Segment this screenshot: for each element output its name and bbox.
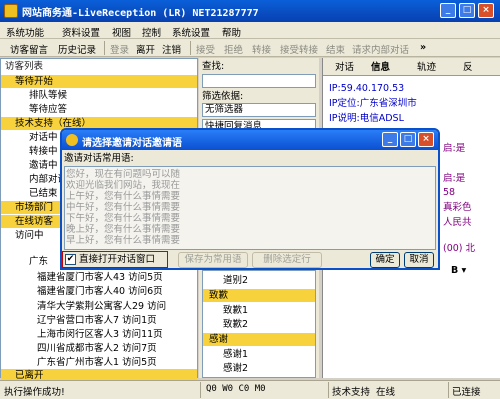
search-label: 查找: — [202, 61, 225, 72]
menu-control[interactable]: 控制 — [142, 25, 161, 39]
window-title: 网站商务通-LiveReception (LR) NET21287777 — [22, 8, 259, 19]
invite-dialog: 请选择邀请对话邀请语 _ □ × 邀请对话常用语: 您好，现在有问题吗可以随 欢… — [60, 128, 440, 270]
dialog-minimize-button[interactable]: _ — [382, 132, 398, 147]
accept-transfer-button[interactable]: 接受转接 — [280, 42, 318, 56]
list-item[interactable]: 道别2 — [223, 274, 248, 287]
table-row[interactable]: 福建省厦门市客人40 访问6页 — [37, 285, 163, 298]
dialog-title-bar: 请选择邀请对话邀请语 _ □ × — [62, 130, 438, 150]
format-bold-button[interactable]: B ▾ — [451, 264, 466, 277]
table-row[interactable]: 四川省成都市客人2 访问7页 — [37, 342, 157, 355]
app-icon — [4, 4, 18, 18]
info-line: 真彩色 — [443, 202, 472, 213]
list-item[interactable]: 排队等候 — [29, 89, 67, 102]
visitor-messages-button[interactable]: 访客留言 — [10, 42, 48, 56]
status-message: 执行操作成功! — [4, 387, 65, 398]
end-button[interactable]: 结束 — [326, 42, 345, 56]
maximize-button[interactable]: □ — [459, 3, 475, 18]
ip-address: IP:59.40.170.53 — [329, 83, 405, 94]
menu-help[interactable]: 帮助 — [222, 25, 241, 39]
phrase-list[interactable]: 您好，现在有问题吗可以随 欢迎光临我们网站，我现在 上午好，您有什么事情需要 中… — [64, 166, 436, 250]
ip-location: IP定位:广东省深圳市 — [329, 98, 417, 109]
section-waiting[interactable]: 等待开始 — [1, 75, 197, 88]
menu-view[interactable]: 视图 — [112, 25, 131, 39]
section-apology[interactable]: 致歉 — [203, 289, 315, 302]
list-item[interactable]: 访问中 — [15, 229, 44, 242]
menu-system[interactable]: 系统功能 — [6, 25, 44, 39]
away-button[interactable]: 离开 — [136, 42, 155, 56]
login-button[interactable]: 登录 — [110, 42, 129, 56]
list-item[interactable]: 转接中 — [29, 145, 58, 158]
toolbar-more-button[interactable]: » — [420, 42, 426, 53]
connection-status: 已连接 — [452, 387, 481, 398]
menu-settings[interactable]: 系统设置 — [172, 25, 210, 39]
status-counters: Q0 W0 C0 M0 — [206, 384, 266, 394]
list-item[interactable]: 等待应答 — [29, 103, 67, 116]
dialog-close-button[interactable]: × — [418, 132, 434, 147]
list-item[interactable]: 致歉2 — [223, 318, 248, 331]
filter-select[interactable]: 无筛选器 — [202, 103, 316, 117]
tab-other[interactable]: 反 — [463, 61, 473, 74]
list-item[interactable]: 已结束 — [29, 187, 58, 200]
title-bar: 网站商务通-LiveReception (LR) NET21287777 _ □… — [0, 0, 500, 22]
section-thanks[interactable]: 感谢 — [203, 333, 315, 346]
accept-button[interactable]: 接受 — [196, 42, 215, 56]
status-state: 在线 — [376, 387, 396, 398]
ip-description: IP说明:电信ADSL — [329, 113, 404, 124]
table-row[interactable]: 清华大学紫荆公寓客人29 访问 — [37, 300, 197, 313]
table-row[interactable]: 辽宁省营口市客人7 访问1页 — [37, 314, 157, 327]
delete-row-button[interactable]: 删除选定行 — [252, 252, 322, 268]
info-line: 58 — [443, 187, 456, 198]
info-line: 人民共 — [443, 217, 472, 228]
menu-profile[interactable]: 资料设置 — [62, 25, 100, 39]
open-chat-checkbox[interactable]: ✔ — [65, 254, 76, 265]
cancel-button[interactable]: 取消 — [404, 252, 434, 268]
internal-chat-button[interactable]: 请求内部对话 — [352, 42, 409, 56]
toolbar: 访客留言 历史记录 登录 离开 注销 接受 拒绝 转接 接受转接 结束 请求内部… — [0, 39, 500, 57]
visitor-list-header: 访客列表 — [5, 61, 44, 72]
ok-button[interactable]: 确定 — [370, 252, 400, 268]
list-item[interactable]: 广东 — [29, 255, 59, 268]
minimize-button[interactable]: _ — [440, 3, 456, 18]
table-row[interactable]: 福建省厦门市客人43 访问5页 — [37, 271, 163, 284]
search-input[interactable] — [202, 74, 316, 88]
history-button[interactable]: 历史记录 — [58, 42, 96, 56]
save-phrase-button[interactable]: 保存为常用语 — [178, 252, 248, 268]
tab-track[interactable]: 轨迹 — [417, 61, 436, 74]
status-bar: 执行操作成功! Q0 W0 C0 M0 技术支持 在线 已连接 — [0, 380, 500, 399]
tab-chat[interactable]: 对话 — [335, 61, 354, 74]
dialog-icon — [66, 134, 78, 146]
list-item[interactable]: 早上好，您有什么事情需要 — [66, 234, 180, 247]
table-row[interactable]: 上海市闵行区客人3 访问11页 — [37, 328, 163, 341]
dialog-maximize-button[interactable]: □ — [400, 132, 416, 147]
menu-bar: 系统功能 资料设置 视图 控制 系统设置 帮助 — [0, 22, 500, 39]
status-department: 技术支持 — [332, 387, 371, 398]
phrase-list-label: 邀请对话常用语: — [64, 153, 134, 164]
list-item[interactable]: 对话中 — [29, 131, 58, 144]
tab-info[interactable]: 信息 — [371, 61, 390, 74]
logout-button[interactable]: 注销 — [162, 42, 181, 56]
info-line: 启:是 — [443, 143, 466, 154]
close-button[interactable]: × — [478, 3, 494, 18]
dialog-title: 请选择邀请对话邀请语 — [82, 138, 182, 149]
list-item[interactable]: 致歉1 — [223, 304, 248, 317]
info-line: (00) 北 — [443, 243, 476, 254]
list-item[interactable]: 感谢1 — [223, 348, 248, 361]
quick-reply-list — [202, 270, 316, 378]
list-item[interactable]: 邀请中 — [29, 159, 58, 172]
list-item[interactable]: 感谢2 — [223, 362, 248, 375]
table-row[interactable]: 广东省广州市客人1 访问5页 — [37, 356, 157, 369]
transfer-button[interactable]: 转接 — [252, 42, 271, 56]
reject-button[interactable]: 拒绝 — [224, 42, 243, 56]
filter-label: 筛选依据: — [202, 91, 244, 102]
info-line: 启:是 — [443, 173, 466, 184]
open-chat-checkbox-label: 直接打开对话窗口 — [79, 254, 156, 265]
